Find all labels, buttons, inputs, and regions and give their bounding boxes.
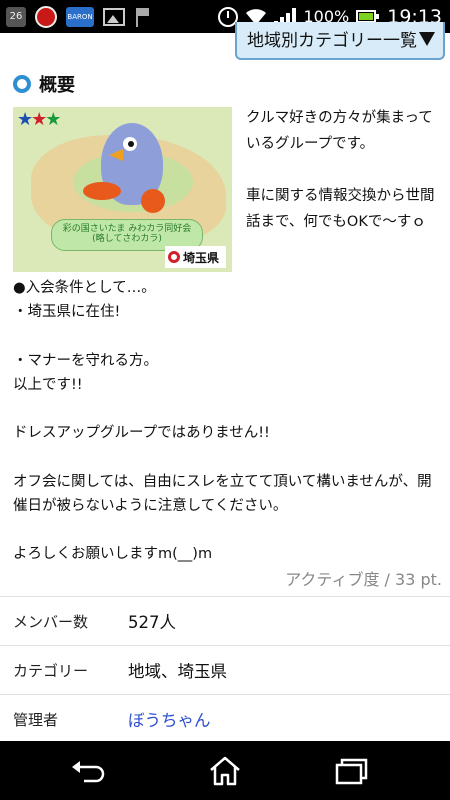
category-label: カテゴリー bbox=[13, 661, 89, 680]
members-row: メンバー数 527人 bbox=[0, 596, 450, 645]
group-image: ★★★ 彩の国さいたま みわカラ同好会 (略してさわカラ) 埼玉県 bbox=[13, 107, 232, 272]
members-label: メンバー数 bbox=[13, 612, 89, 631]
category-row: カテゴリー 地域、埼玉県 bbox=[0, 645, 450, 694]
recent-apps-icon[interactable] bbox=[330, 755, 370, 787]
flag-icon bbox=[134, 7, 152, 27]
home-icon[interactable] bbox=[205, 755, 245, 787]
group-description-side: クルマ好きの方々が集まっているグループです。 車に関する情報交換から世間話まで、… bbox=[246, 110, 435, 230]
ring-icon bbox=[13, 75, 31, 93]
section-title: 概要 bbox=[13, 72, 75, 96]
section-title-text: 概要 bbox=[39, 75, 75, 96]
triangle-down-icon bbox=[419, 32, 435, 46]
rating-stars-icon: ★★★ bbox=[17, 109, 61, 130]
prefecture-name: 埼玉県 bbox=[183, 250, 220, 265]
admin-label: 管理者 bbox=[13, 710, 59, 729]
navigation-bar bbox=[0, 741, 450, 800]
activity-score: アクティブ度 / 33 pt. bbox=[285, 570, 442, 589]
app-badge-icon: BARON bbox=[66, 6, 94, 27]
admin-row: 管理者 ぼうちゃん bbox=[0, 694, 450, 743]
prefecture-mark-icon bbox=[168, 251, 180, 263]
region-category-label: 地域別カテゴリー一覧 bbox=[247, 31, 417, 51]
category-value: 地域、埼玉県 bbox=[128, 662, 227, 681]
image-notification-icon bbox=[103, 7, 125, 26]
admin-link[interactable]: ぼうちゃん bbox=[128, 707, 211, 731]
members-value: 527人 bbox=[128, 613, 176, 632]
prefecture-logo: 埼玉県 bbox=[165, 246, 226, 268]
app-notification-icon bbox=[35, 5, 57, 28]
region-category-button[interactable]: 地域別カテゴリー一覧 bbox=[235, 22, 445, 60]
group-description-body: ●入会条件として…。 ・埼玉県に在住! ・マナーを守れる方。 以上です!! ドレ… bbox=[13, 280, 432, 563]
notification-count-icon: 26 bbox=[6, 6, 26, 27]
back-icon[interactable] bbox=[68, 755, 108, 787]
